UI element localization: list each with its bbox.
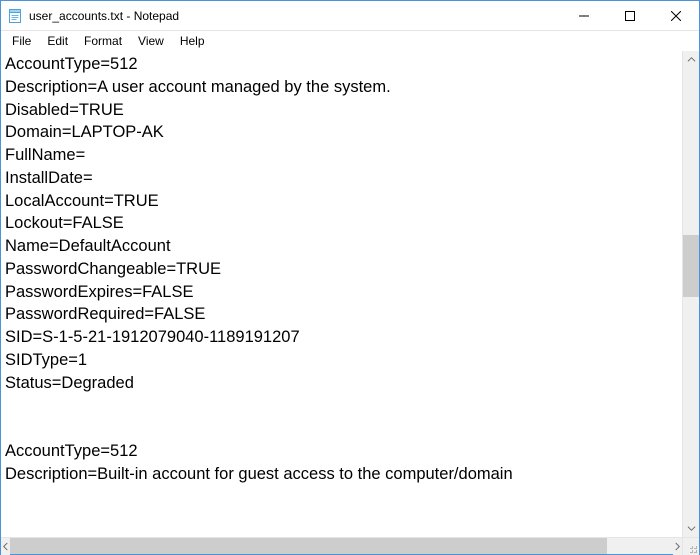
notepad-icon: [7, 8, 23, 24]
menu-edit[interactable]: Edit: [40, 33, 75, 49]
close-button[interactable]: [653, 1, 699, 30]
resize-grip[interactable]: [682, 538, 699, 555]
vertical-scroll-track[interactable]: [683, 68, 699, 520]
vertical-scroll-thumb[interactable]: [683, 235, 699, 297]
horizontal-scroll-track[interactable]: [10, 538, 673, 554]
titlebar[interactable]: user_accounts.txt - Notepad: [1, 1, 699, 31]
window-title: user_accounts.txt - Notepad: [29, 9, 179, 23]
titlebar-left: user_accounts.txt - Notepad: [1, 8, 561, 24]
menubar: File Edit Format View Help: [1, 31, 699, 51]
maximize-button[interactable]: [607, 1, 653, 30]
body-area: AccountType=512 Description=A user accou…: [1, 51, 699, 537]
horizontal-scrollbar[interactable]: [1, 538, 682, 554]
scroll-left-button[interactable]: [1, 538, 10, 555]
scroll-right-button[interactable]: [673, 538, 682, 555]
vertical-scrollbar[interactable]: [682, 51, 699, 537]
text-area[interactable]: AccountType=512 Description=A user accou…: [1, 51, 682, 537]
horizontal-scroll-thumb[interactable]: [10, 538, 607, 554]
menu-help[interactable]: Help: [173, 33, 212, 49]
minimize-button[interactable]: [561, 1, 607, 30]
scroll-up-button[interactable]: [683, 51, 699, 68]
window-controls: [561, 1, 699, 30]
menu-view[interactable]: View: [131, 33, 171, 49]
notepad-window: user_accounts.txt - Notepad File Edit Fo…: [0, 0, 700, 555]
menu-format[interactable]: Format: [77, 33, 129, 49]
scroll-down-button[interactable]: [683, 520, 699, 537]
menu-file[interactable]: File: [5, 33, 38, 49]
bottom-row: [1, 537, 699, 554]
